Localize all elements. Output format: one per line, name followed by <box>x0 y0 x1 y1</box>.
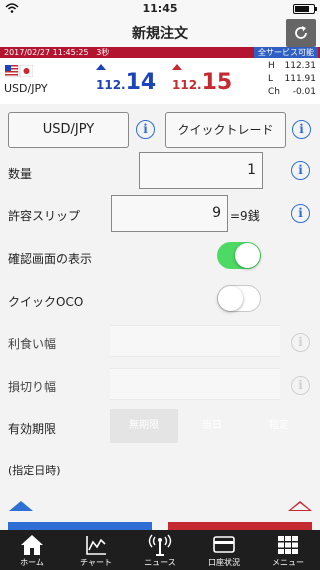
currency-pair-button[interactable]: USD/JPY <box>8 112 129 148</box>
battery-icon <box>293 4 317 14</box>
bid-price[interactable]: 112.14 <box>96 70 156 95</box>
change-value: -0.01 <box>292 87 316 97</box>
currency-pair-label: USD/JPY <box>4 82 48 95</box>
high-value: 112.31 <box>284 61 317 71</box>
trade-mode-button[interactable]: クイックトレード <box>165 112 286 148</box>
high-low-change: H 112.31 L 111.91 Ch -0.01 <box>268 61 317 97</box>
info-bar: 2017/02/27 11:45:25 3秒 全サービス可能 <box>0 47 320 58</box>
menu-grid-icon <box>278 536 298 554</box>
ask-price[interactable]: 112.15 <box>172 70 232 95</box>
take-profit-input <box>110 325 280 357</box>
chart-icon <box>86 536 106 555</box>
buy-order-button[interactable] <box>168 522 312 530</box>
quantity-label: 数量 <box>8 167 33 181</box>
status-time: 11:45 <box>142 2 178 15</box>
confirm-screen-toggle[interactable] <box>217 242 261 269</box>
stop-loss-info-icon: i <box>291 376 310 395</box>
quick-oco-toggle[interactable] <box>217 285 261 312</box>
stop-loss-label: 損切り幅 <box>8 380 57 394</box>
price-board: USD/JPY 112.14 112.15 H 112.31 L 111.91 Ch… <box>0 58 320 104</box>
slippage-input[interactable]: 9 <box>111 195 228 232</box>
expiry-option-unlimited[interactable]: 無期限 <box>110 409 178 443</box>
expiry-option-specified[interactable]: 指定 <box>246 409 312 443</box>
page-title: 新規注文 <box>132 26 188 42</box>
tab-chart[interactable]: チャート <box>64 530 128 570</box>
slippage-unit: =9銭 <box>230 209 260 223</box>
update-interval: 3秒 <box>96 48 110 57</box>
status-bar: 11:45 <box>0 0 320 17</box>
low-value: 111.91 <box>284 74 317 84</box>
expiry-option-today[interactable]: 当日 <box>178 409 246 443</box>
quantity-input[interactable]: 1 <box>139 152 263 189</box>
confirm-screen-label: 確認画面の表示 <box>8 252 93 266</box>
refresh-icon <box>295 26 307 39</box>
slippage-info-icon[interactable]: i <box>291 204 310 223</box>
sell-up-arrow-icon <box>9 501 33 511</box>
tab-bar: ホーム チャート ニュース 口座状況 メニュー <box>0 530 320 570</box>
specified-datetime-label: (指定日時) <box>8 464 61 477</box>
stop-loss-input <box>110 368 280 400</box>
tab-home[interactable]: ホーム <box>0 530 64 570</box>
service-status-badge: 全サービス可能 <box>254 47 318 58</box>
us-jp-flag-icon <box>5 65 33 77</box>
mode-info-icon[interactable]: i <box>292 120 311 139</box>
news-icon <box>148 534 172 556</box>
buy-up-arrow-icon <box>288 501 312 511</box>
slippage-label: 許容スリップ <box>8 209 81 223</box>
update-timestamp: 2017/02/27 11:45:25 3秒 <box>4 48 110 57</box>
quantity-info-icon[interactable]: i <box>291 161 310 180</box>
quick-oco-label: クイックOCO <box>8 295 84 309</box>
sell-order-button[interactable] <box>8 522 152 530</box>
tab-account[interactable]: 口座状況 <box>192 530 256 570</box>
tab-menu[interactable]: メニュー <box>256 530 320 570</box>
expiry-label: 有効期限 <box>8 422 57 436</box>
refresh-button[interactable] <box>286 19 316 47</box>
home-icon <box>21 535 43 555</box>
take-profit-info-icon: i <box>291 333 310 352</box>
tab-news[interactable]: ニュース <box>128 530 192 570</box>
pair-info-icon[interactable]: i <box>136 120 155 139</box>
order-form: USD/JPY i クイックトレード i 数量 1 i 許容スリップ 9 =9銭… <box>0 104 320 530</box>
nav-bar: 新規注文 <box>0 17 320 47</box>
account-icon <box>213 536 235 553</box>
take-profit-label: 利食い幅 <box>8 337 57 351</box>
